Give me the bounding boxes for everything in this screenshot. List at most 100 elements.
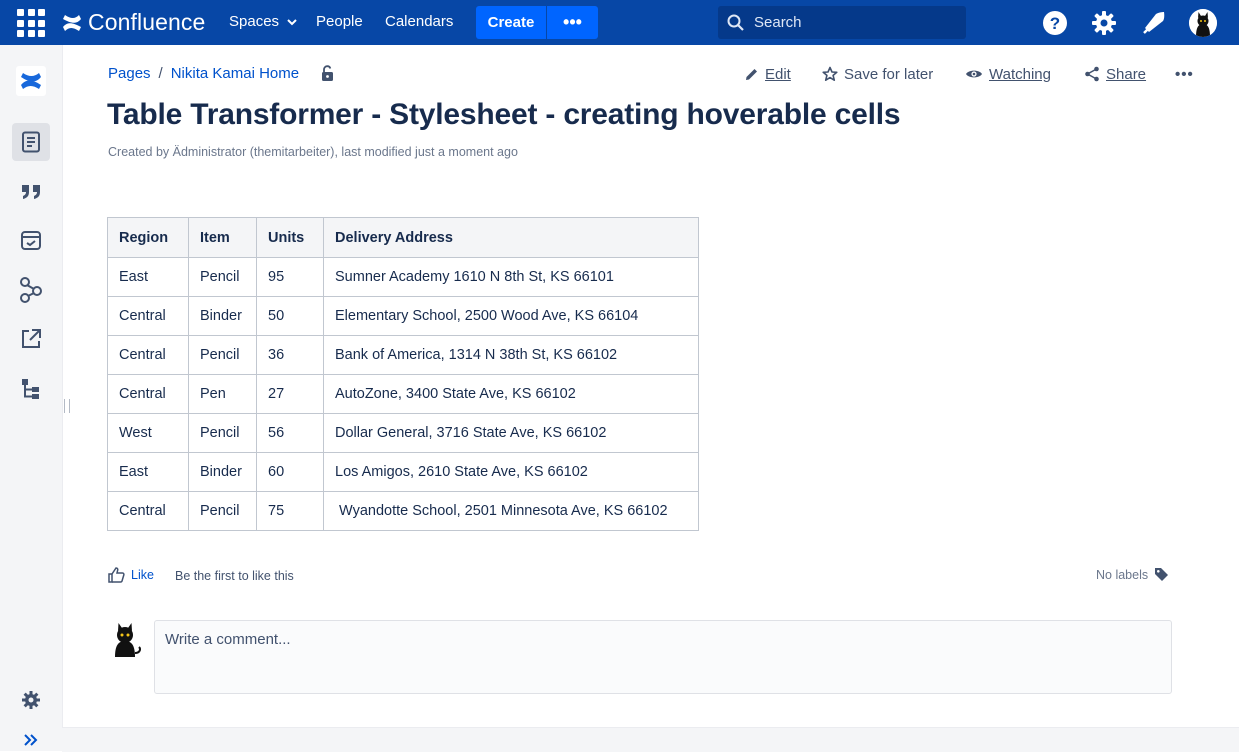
table-cell: Central [107,491,189,531]
table-row: Central Binder 50 Elementary School, 250… [107,296,699,336]
table-header: Units [256,217,324,258]
edit-label: Edit [765,65,791,83]
unlock-icon[interactable] [319,65,335,82]
breadcrumb-home[interactable]: Nikita Kamai Home [171,65,299,82]
table-row: East Binder 60 Los Amigos, 2610 State Av… [107,452,699,492]
table-header: Item [188,217,257,258]
external-link-icon[interactable] [12,320,50,358]
create-group: Create ••• [476,6,598,39]
create-button[interactable]: Create [476,6,546,39]
search-icon [727,14,744,31]
table-cell: 36 [256,335,324,375]
table-cell: 50 [256,296,324,336]
settings-icon[interactable] [1090,9,1118,37]
watching-button[interactable]: Watching [965,64,1051,84]
like-label: Like [131,568,154,582]
workflow-icon[interactable] [12,271,50,309]
table-row: West Pencil 56 Dollar General, 3716 Stat… [107,413,699,453]
table-cell: Central [107,374,189,414]
watching-label: Watching [989,65,1051,83]
confluence-logo-icon[interactable] [12,62,50,100]
table-row: Central Pencil 75 Wyandotte School, 2501… [107,491,699,531]
table-cell: Binder [188,452,257,492]
table-cell: Pen [188,374,257,414]
table-cell: 27 [256,374,324,414]
table-row: Central Pen 27 AutoZone, 3400 State Ave,… [107,374,699,414]
create-more-button[interactable]: ••• [547,6,598,39]
calendar-icon[interactable] [12,221,50,259]
table-header: Region [107,217,189,258]
table-cell: 95 [256,257,324,297]
search-box[interactable] [718,6,966,39]
like-note: Be the first to like this [175,569,294,583]
table-cell: 60 [256,452,324,492]
table-cell: Pencil [188,257,257,297]
comment-input[interactable]: Write a comment... [154,620,1172,694]
table-cell: 75 [256,491,324,531]
pages-icon[interactable] [12,123,50,161]
confluence-logo-icon [63,14,81,31]
eye-icon [966,70,982,78]
table-cell: Wyandotte School, 2501 Minnesota Ave, KS… [323,491,699,531]
share-label: Share [1106,65,1147,83]
svg-text:?: ? [1050,14,1060,33]
save-for-later-button[interactable]: Save for later [822,64,933,84]
table-cell: Pencil [188,413,257,453]
nav-people[interactable]: People [316,13,363,30]
table-cell: East [107,257,189,297]
nav-calendars[interactable]: Calendars [385,13,453,30]
data-table: Region Item Units Delivery Address East … [107,217,699,531]
pencil-icon [746,68,757,80]
notifications-icon[interactable] [1140,9,1168,37]
page-footer [62,727,1239,752]
comment-placeholder: Write a comment... [165,631,291,648]
page-tree-icon[interactable] [12,370,50,408]
table-cell: Pencil [188,491,257,531]
table-cell: East [107,452,189,492]
share-icon [1085,66,1099,82]
user-avatar[interactable] [1189,9,1217,37]
nav-spaces[interactable]: Spaces [229,13,297,30]
breadcrumb-separator: / [158,65,163,82]
tag-icon [1155,568,1169,581]
table-cell: Bank of America, 1314 N 38th St, KS 6610… [323,335,699,375]
apps-icon[interactable] [17,9,45,37]
save-for-later-label: Save for later [844,65,934,83]
sidebar-resize-handle[interactable] [64,399,70,413]
help-icon[interactable]: ? [1041,9,1069,37]
page-title: Table Transformer - Stylesheet - creatin… [107,98,901,131]
table-row: East Pencil 95 Sumner Academy 1610 N 8th… [107,257,699,297]
table-cell: Elementary School, 2500 Wood Ave, KS 661… [323,296,699,336]
table-cell: AutoZone, 3400 State Ave, KS 66102 [323,374,699,414]
top-navigation-bar: Confluence Spaces People Calendars Creat… [0,0,1239,45]
confluence-logo[interactable]: Confluence [62,9,205,36]
labels-area[interactable]: No labels [1096,567,1169,582]
table-cell: Sumner Academy 1610 N 8th St, KS 66101 [323,257,699,297]
table-cell: Dollar General, 3716 State Ave, KS 66102 [323,413,699,453]
search-input[interactable] [752,13,956,32]
blog-quote-icon[interactable] [12,172,50,210]
table-cell: Central [107,296,189,336]
like-button[interactable]: Like [108,567,154,583]
table-header: Delivery Address [323,217,699,258]
table-row: Central Pencil 36 Bank of America, 1314 … [107,335,699,375]
app-name: Confluence [88,9,206,35]
table-cell: Los Amigos, 2610 State Ave, KS 66102 [323,452,699,492]
sidebar [0,45,63,751]
chevron-down-icon [287,19,297,26]
share-button[interactable]: Share [1084,64,1146,84]
table-header-row: Region Item Units Delivery Address [107,217,699,258]
table-cell: Binder [188,296,257,336]
thumbs-up-icon [108,567,125,583]
breadcrumb-pages[interactable]: Pages [108,65,151,82]
table-cell: 56 [256,413,324,453]
comment-avatar [110,620,144,658]
table-cell: Pencil [188,335,257,375]
space-settings-icon[interactable] [12,681,50,719]
table-cell: West [107,413,189,453]
nav-spaces-label: Spaces [229,13,280,30]
edit-button[interactable]: Edit [744,64,791,84]
page-byline: Created by Ädministrator (themitarbeiter… [108,145,518,159]
more-actions-button[interactable]: ••• [1175,64,1194,84]
breadcrumb: Pages / Nikita Kamai Home [108,65,335,82]
